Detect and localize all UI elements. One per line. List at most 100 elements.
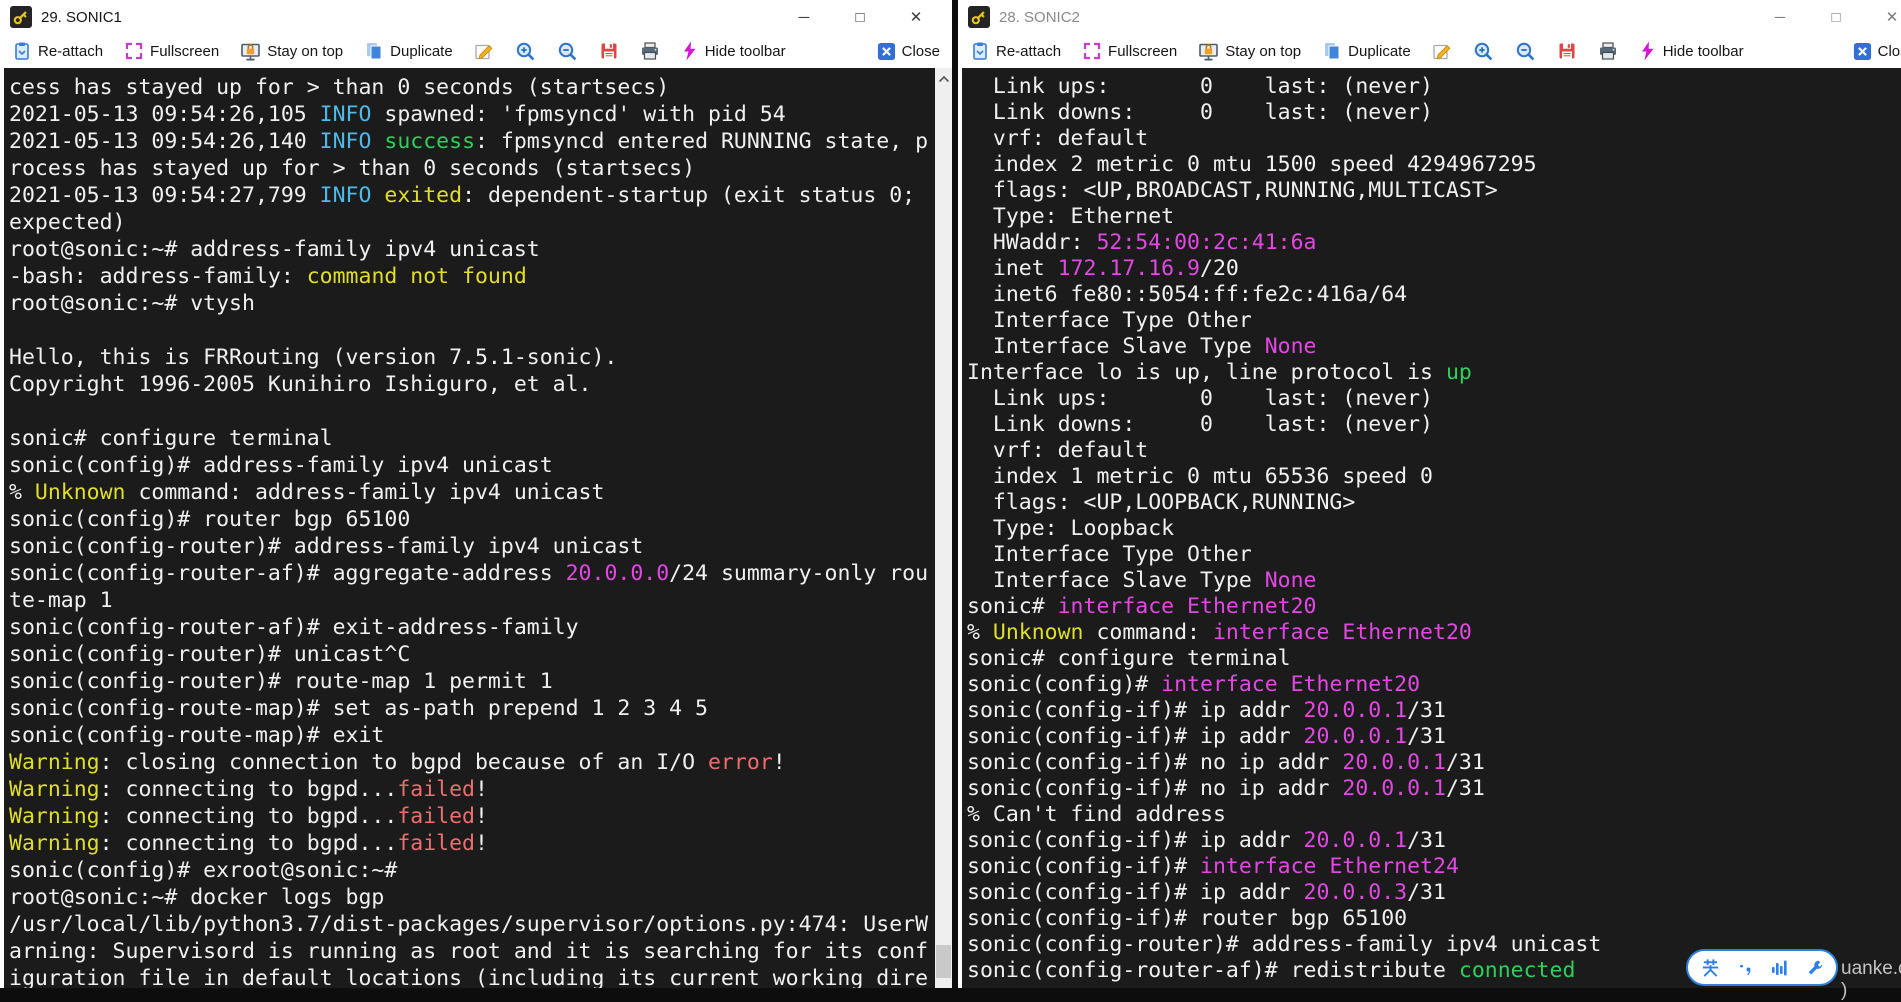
terminal-line: te-map 1: [9, 587, 935, 614]
terminal-line: % Unknown command: interface Ethernet20: [967, 620, 1901, 646]
terminal-line: sonic# configure terminal: [9, 425, 935, 452]
zoom-in-button[interactable]: [1473, 41, 1494, 62]
terminal-line: sonic(config)# interface Ethernet20: [967, 672, 1901, 698]
close-button[interactable]: ✕: [1864, 0, 1901, 34]
ime-punctuation-icon[interactable]: [1739, 960, 1753, 976]
duplicate-button[interactable]: Duplicate: [364, 41, 453, 61]
titlebar: 28. SONIC2 ─ □ ✕: [958, 0, 1901, 34]
terminal-line: sonic(config-if)# ip addr 20.0.0.1/31: [967, 828, 1901, 854]
close-console-button[interactable]: Close: [877, 42, 940, 61]
terminal-line: sonic(config)# router bgp 65100: [9, 506, 935, 533]
edit-button[interactable]: [474, 41, 494, 61]
zoom-in-button[interactable]: [515, 41, 536, 62]
terminal-line: Link ups: 0 last: (never): [967, 74, 1901, 100]
save-button[interactable]: [1557, 41, 1577, 61]
terminal-line: expected): [9, 209, 935, 236]
terminal-line: sonic(config-if)# no ip addr 20.0.0.1/31: [967, 750, 1901, 776]
minimize-button[interactable]: ─: [776, 0, 832, 34]
minimize-button[interactable]: ─: [1752, 0, 1808, 34]
close-console-button[interactable]: Close: [1853, 42, 1901, 61]
lightning-icon: [681, 41, 699, 61]
window-sonic2: 28. SONIC2 ─ □ ✕ Re-attach Fullscreen St…: [958, 0, 1901, 988]
ime-toolbar: [1686, 949, 1838, 986]
terminal-line: sonic(config-route-map)# set as-path pre…: [9, 695, 935, 722]
terminal-line: index 1 metric 0 mtu 65536 speed 0: [967, 464, 1901, 490]
stay-on-top-button[interactable]: Stay on top: [1198, 41, 1301, 62]
terminal-line: rocess has stayed up for > than 0 second…: [9, 155, 935, 182]
terminal-line: /usr/local/lib/python3.7/dist-packages/s…: [9, 911, 935, 938]
stay-on-top-button[interactable]: Stay on top: [240, 41, 343, 62]
stay-on-top-icon: [1198, 41, 1219, 62]
scroll-up-icon[interactable]: [935, 71, 952, 87]
maximize-button[interactable]: □: [832, 0, 888, 34]
save-button[interactable]: [599, 41, 619, 61]
close-button[interactable]: ✕: [888, 0, 944, 34]
close-icon: [1853, 42, 1872, 61]
toolbar: Re-attach Fullscreen Stay on top Duplica…: [0, 34, 952, 68]
hide-toolbar-button[interactable]: Hide toolbar: [681, 41, 786, 61]
terminal-line: sonic(config-router)# address-family ipv…: [9, 533, 935, 560]
terminal-line: sonic(config-if)# no ip addr 20.0.0.1/31: [967, 776, 1901, 802]
zoom-out-button[interactable]: [1515, 41, 1536, 62]
reattach-button[interactable]: Re-attach: [12, 41, 103, 61]
app-key-icon: [10, 6, 32, 28]
duplicate-icon: [1322, 41, 1342, 61]
edit-pencil-icon: [474, 41, 494, 61]
hide-toolbar-button[interactable]: Hide toolbar: [1639, 41, 1744, 61]
terminal-line: Interface Slave Type None: [967, 334, 1901, 360]
reattach-button[interactable]: Re-attach: [970, 41, 1061, 61]
terminal-line: 2021-05-13 09:54:27,799 INFO exited: dep…: [9, 182, 935, 209]
terminal-sonic2[interactable]: Link ups: 0 last: (never) Link downs: 0 …: [962, 68, 1901, 988]
zoom-out-button[interactable]: [557, 41, 578, 62]
terminal-line: inet6 fe80::5054:ff:fe2c:416a/64: [967, 282, 1901, 308]
ime-voice-icon[interactable]: [1771, 959, 1788, 977]
scrollbar[interactable]: [935, 68, 952, 988]
terminal-line: sonic(config-if)# interface Ethernet24: [967, 854, 1901, 880]
terminal-line: 2021-05-13 09:54:26,105 INFO spawned: 'f…: [9, 101, 935, 128]
terminal-line: [9, 317, 935, 344]
fullscreen-button[interactable]: Fullscreen: [124, 41, 219, 61]
terminal-line: Interface lo is up, line protocol is up: [967, 360, 1901, 386]
fullscreen-label: Fullscreen: [1108, 43, 1177, 60]
maximize-button[interactable]: □: [1808, 0, 1864, 34]
fullscreen-icon: [124, 41, 144, 61]
app-key-icon: [968, 6, 990, 28]
zoom-in-icon: [1473, 41, 1494, 62]
terminal-line: inet 172.17.16.9/20: [967, 256, 1901, 282]
ime-settings-wrench-icon[interactable]: [1806, 959, 1824, 977]
terminal-line: 2021-05-13 09:54:26,140 INFO success: fp…: [9, 128, 935, 155]
duplicate-label: Duplicate: [390, 43, 453, 60]
scrollbar-thumb[interactable]: [936, 945, 951, 978]
print-button[interactable]: [1598, 41, 1618, 61]
zoom-out-icon: [557, 41, 578, 62]
close-label: Close: [902, 43, 940, 60]
watermark-text: uanke.com ): [1841, 958, 1901, 1002]
printer-icon: [640, 41, 660, 61]
toolbar: Re-attach Fullscreen Stay on top Duplica…: [958, 34, 1901, 68]
stay-on-top-icon: [240, 41, 261, 62]
hide-toolbar-label: Hide toolbar: [705, 43, 786, 60]
terminal-line: % Can't find address: [967, 802, 1901, 828]
terminal-line: Warning: connecting to bgpd...failed!: [9, 803, 935, 830]
terminal-line: Warning: closing connection to bgpd beca…: [9, 749, 935, 776]
terminal-line: flags: <UP,LOOPBACK,RUNNING>: [967, 490, 1901, 516]
terminal-line: Warning: connecting to bgpd...failed!: [9, 776, 935, 803]
save-floppy-icon: [1557, 41, 1577, 61]
terminal-line: sonic(config-route-map)# exit: [9, 722, 935, 749]
print-button[interactable]: [640, 41, 660, 61]
terminal-line: sonic(config)# address-family ipv4 unica…: [9, 452, 935, 479]
terminal-output: Link ups: 0 last: (never) Link downs: 0 …: [962, 68, 1901, 984]
fullscreen-label: Fullscreen: [150, 43, 219, 60]
edit-button[interactable]: [1432, 41, 1452, 61]
duplicate-button[interactable]: Duplicate: [1322, 41, 1411, 61]
terminal-output: cess has stayed up for > than 0 seconds …: [4, 68, 935, 988]
terminal-sonic1[interactable]: cess has stayed up for > than 0 seconds …: [4, 68, 952, 988]
terminal-line: -bash: address-family: command not found: [9, 263, 935, 290]
zoom-out-icon: [1515, 41, 1536, 62]
zoom-in-icon: [515, 41, 536, 62]
terminal-line: flags: <UP,BROADCAST,RUNNING,MULTICAST>: [967, 178, 1901, 204]
reattach-label: Re-attach: [996, 43, 1061, 60]
fullscreen-button[interactable]: Fullscreen: [1082, 41, 1177, 61]
terminal-line: cess has stayed up for > than 0 seconds …: [9, 74, 935, 101]
ime-language-icon[interactable]: [1700, 957, 1721, 978]
